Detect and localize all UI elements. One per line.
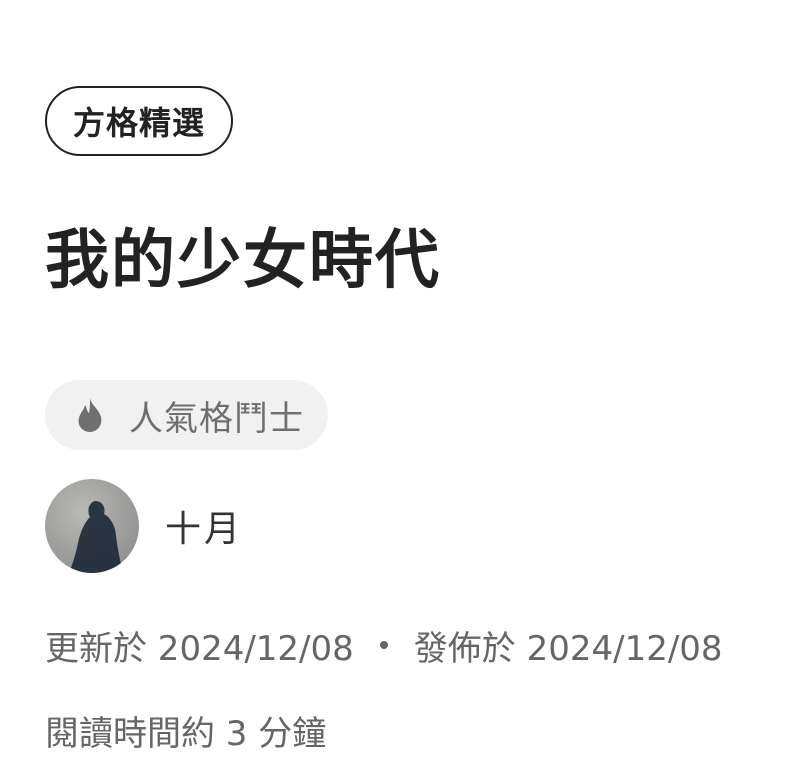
reading-time: 閱讀時間約 3 分鐘 — [45, 713, 327, 754]
popular-fighter-label: 人氣格鬥士 — [129, 398, 304, 439]
published-date: 發佈於 2024/12/08 — [413, 628, 723, 669]
author-name[interactable]: 十月 — [165, 500, 243, 552]
updated-date: 更新於 2024/12/08 — [45, 628, 354, 669]
separator-dot — [379, 641, 388, 649]
flame-icon — [71, 396, 109, 434]
avatar[interactable] — [45, 479, 139, 573]
date-info: 更新於 2024/12/08 發佈於 2024/12/08 — [45, 617, 723, 673]
featured-badge-label: 方格精選 — [73, 104, 206, 142]
article-title: 我的少女時代 — [45, 224, 441, 298]
article-header: 方格精選 我的少女時代 人氣格鬥士 十月 更新於 2024/12/08 發佈於 … — [0, 0, 800, 772]
popular-fighter-badge[interactable]: 人氣格鬥士 — [45, 380, 328, 450]
author-row[interactable]: 十月 — [45, 478, 243, 574]
featured-badge[interactable]: 方格精選 — [45, 86, 234, 156]
